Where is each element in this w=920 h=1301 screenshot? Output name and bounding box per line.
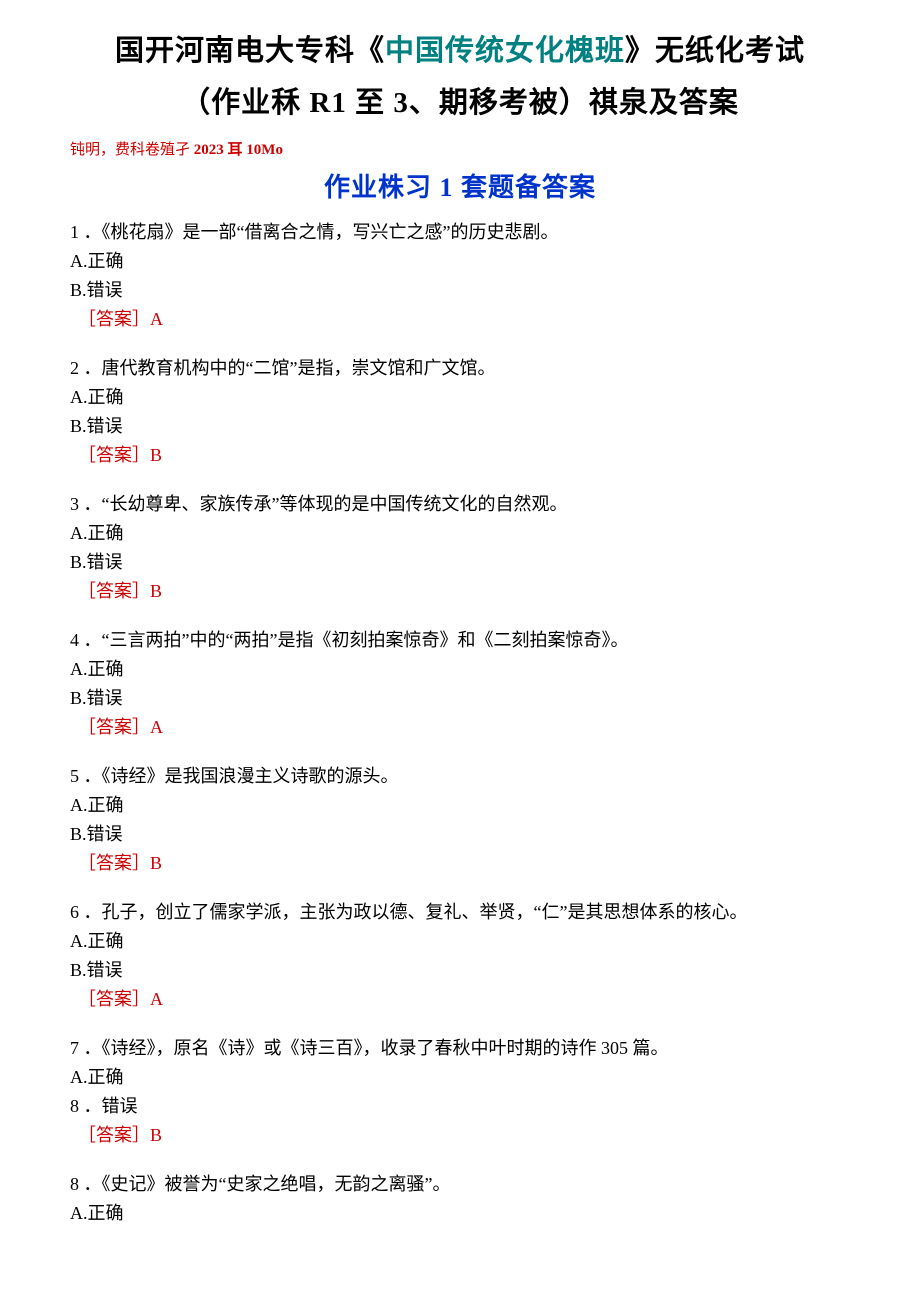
option-a: A.正确 xyxy=(70,928,850,955)
option-b: B.错误 xyxy=(70,957,850,984)
note-pre: 钝明，费科卷殖孑 xyxy=(70,142,194,158)
document-title-line1: 国开河南电大专科《中国传统女化槐班》无纸化考试 xyxy=(70,30,850,74)
question-block: 6 ．孔子，创立了儒家学派，主张为政以德、复礼、举贤，“仁”是其思想体系的核心。… xyxy=(70,899,850,1013)
note-year: 2023 xyxy=(194,142,224,158)
option-b: B.错误 xyxy=(70,549,850,576)
answer: ［答案］B xyxy=(78,442,850,469)
answer: ［答案］B xyxy=(78,850,850,877)
title1-teal: 中国传统女化槐班 xyxy=(385,35,625,67)
title2-r1: R1 xyxy=(309,87,346,119)
option-a: A.正确 xyxy=(70,1200,850,1227)
section-num: 1 xyxy=(440,173,454,202)
note-line: 钝明，费科卷殖孑 2023 耳 10Mo xyxy=(70,139,850,162)
section-pre: 作业株习 xyxy=(324,173,440,202)
question-text: 5 ．《诗经》是我国浪漫主义诗歌的源头。 xyxy=(70,763,850,790)
title2-pre: （作业秝 xyxy=(181,87,309,119)
note-mid: 耳 xyxy=(224,142,247,158)
title1-pre: 国开河南电大专科《 xyxy=(115,35,385,67)
question-block: 3 ．“长幼尊卑、家族传承”等体现的是中国传统文化的自然观。 A.正确 B.错误… xyxy=(70,491,850,605)
question-text: 1 ．《桃花扇》是一部“借离合之情，写兴亡之感”的历史悲剧。 xyxy=(70,219,850,246)
question-text: 6 ．孔子，创立了儒家学派，主张为政以德、复礼、举贤，“仁”是其思想体系的核心。 xyxy=(70,899,850,926)
question-text: 8 ．《史记》被誉为“史家之绝唱，无韵之离骚”。 xyxy=(70,1171,850,1198)
option-a: A.正确 xyxy=(70,656,850,683)
section-heading: 作业株习 1 套题备答案 xyxy=(70,168,850,207)
title2-three: 3 xyxy=(393,87,409,119)
answer: ［答案］A xyxy=(78,306,850,333)
answer: ［答案］A xyxy=(78,714,850,741)
answer: ［答案］B xyxy=(78,578,850,605)
document-title-line2: （作业秝 R1 至 3、期移考被）祺泉及答案 xyxy=(70,82,850,126)
option-a: A.正确 xyxy=(70,1064,850,1091)
question-block: 8 ．《史记》被誉为“史家之绝唱，无韵之离骚”。 A.正确 xyxy=(70,1171,850,1227)
answer: ［答案］B xyxy=(78,1122,850,1149)
question-text: 7 ．《诗经》，原名《诗》或《诗三百》，收录了春秋中叶时期的诗作 305 篇。 xyxy=(70,1035,850,1062)
answer: ［答案］A xyxy=(78,986,850,1013)
title2-post: 、期移考被）祺泉及答案 xyxy=(409,87,739,119)
question-text: 3 ．“长幼尊卑、家族传承”等体现的是中国传统文化的自然观。 xyxy=(70,491,850,518)
question-block: 2 ．唐代教育机构中的“二馆”是指，崇文馆和广文馆。 A.正确 B.错误 ［答案… xyxy=(70,355,850,469)
option-a: A.正确 xyxy=(70,248,850,275)
question-block: 4 ．“三言两拍”中的“两拍”是指《初刻拍案惊奇》和《二刻拍案惊奇》。 A.正确… xyxy=(70,627,850,741)
option-b: B.错误 xyxy=(70,821,850,848)
question-text: 4 ．“三言两拍”中的“两拍”是指《初刻拍案惊奇》和《二刻拍案惊奇》。 xyxy=(70,627,850,654)
option-a: A.正确 xyxy=(70,384,850,411)
question-block: 5 ．《诗经》是我国浪漫主义诗歌的源头。 A.正确 B.错误 ［答案］B xyxy=(70,763,850,877)
option-a: A.正确 xyxy=(70,520,850,547)
question-text: 2 ．唐代教育机构中的“二馆”是指，崇文馆和广文馆。 xyxy=(70,355,850,382)
option-b: B.错误 xyxy=(70,413,850,440)
question-block: 7 ．《诗经》，原名《诗》或《诗三百》，收录了春秋中叶时期的诗作 305 篇。 … xyxy=(70,1035,850,1149)
option-b: 8 ．错误 xyxy=(70,1093,850,1120)
note-suffix: 10Mo xyxy=(246,142,283,158)
title2-mid: 至 xyxy=(347,87,394,119)
option-b: B.错误 xyxy=(70,277,850,304)
option-b: B.错误 xyxy=(70,685,850,712)
option-a: A.正确 xyxy=(70,792,850,819)
section-post: 套题备答案 xyxy=(454,173,597,202)
question-block: 1 ．《桃花扇》是一部“借离合之情，写兴亡之感”的历史悲剧。 A.正确 B.错误… xyxy=(70,219,850,333)
title1-post: 》无纸化考试 xyxy=(625,35,805,67)
